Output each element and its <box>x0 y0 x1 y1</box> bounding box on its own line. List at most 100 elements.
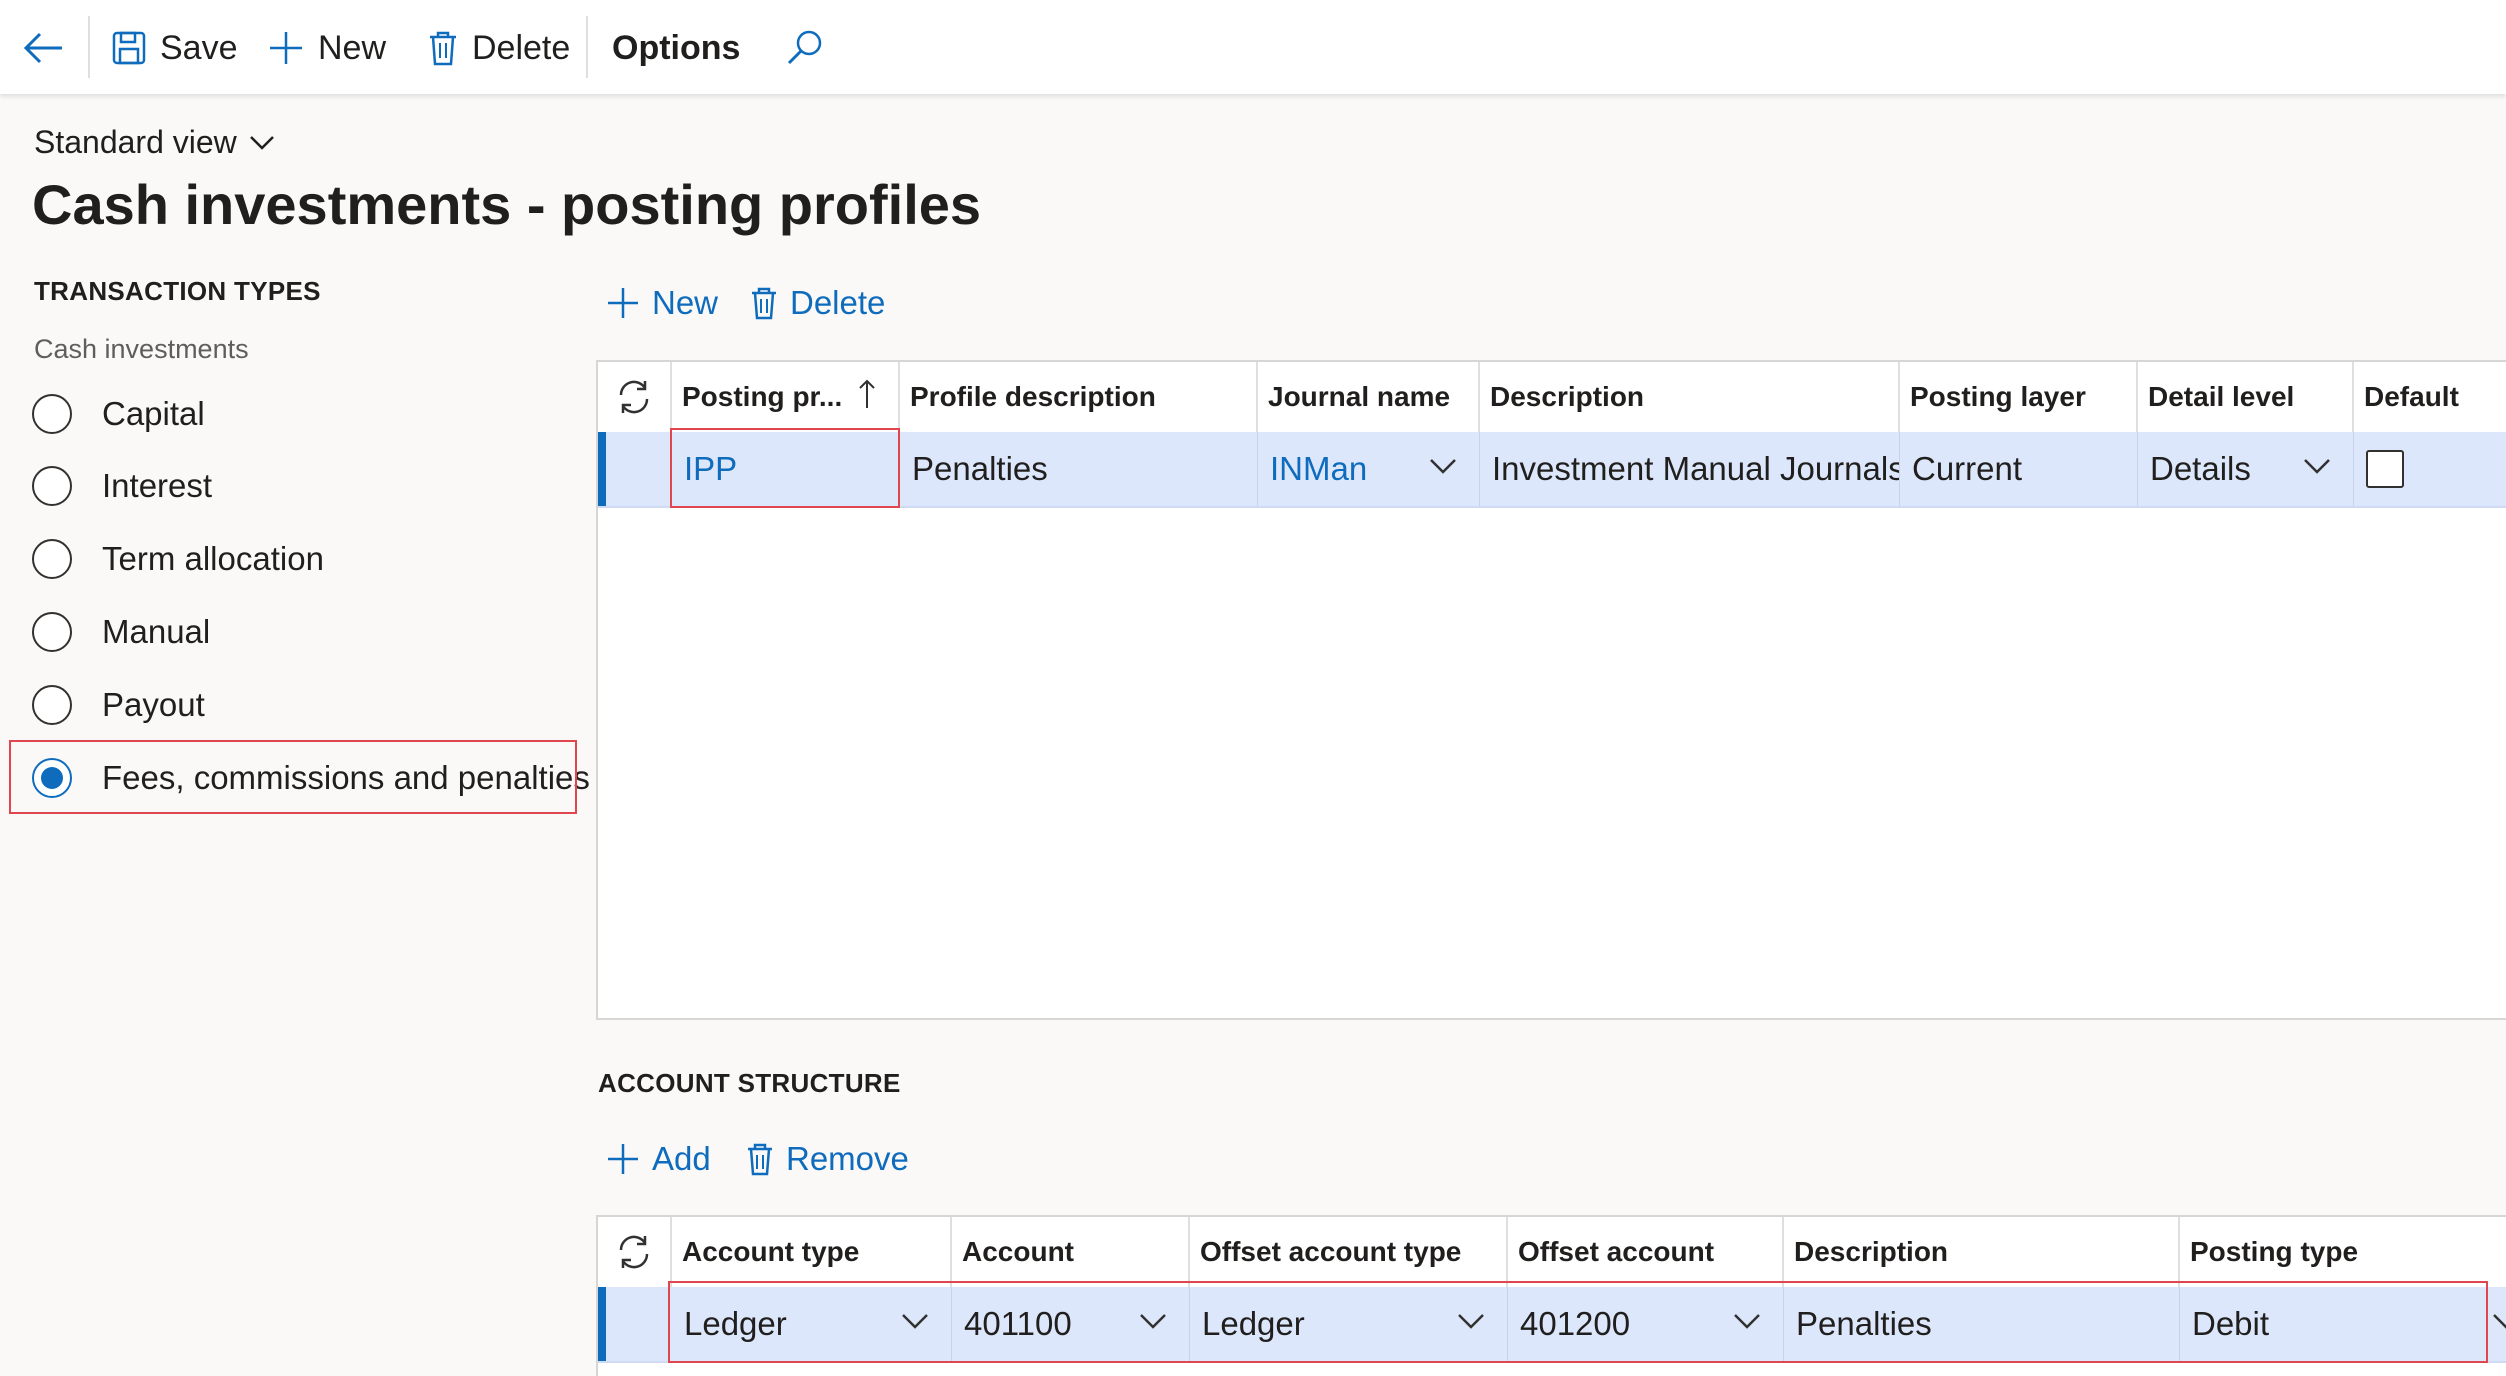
options-tab[interactable]: Options <box>612 20 740 76</box>
radio-manual[interactable]: Manual <box>32 602 572 662</box>
description-cell[interactable]: Investment Manual Journals <box>1480 432 1900 506</box>
column-header-default[interactable]: Default <box>2354 362 2506 432</box>
account-type-dropdown[interactable]: Ledger <box>672 1287 952 1361</box>
chevron-down-icon <box>249 135 274 150</box>
grid-header: Account type Account Offset account type… <box>598 1217 2506 1289</box>
table-row[interactable]: Ledger 401100 Ledger 401200 Penalties De… <box>598 1287 2506 1363</box>
column-header-posting-layer[interactable]: Posting layer <box>1900 362 2138 432</box>
selected-row-indicator <box>598 1287 606 1361</box>
grid-delete-button[interactable]: Delete <box>750 284 885 322</box>
selected-row-indicator <box>598 432 606 506</box>
trash-icon <box>748 1143 772 1176</box>
radio-label: Capital <box>102 395 205 432</box>
column-header-account-type[interactable]: Account type <box>672 1217 952 1287</box>
radio-button[interactable] <box>32 612 72 652</box>
radio-group-label: Cash investments <box>34 334 249 364</box>
column-header-description[interactable]: Description <box>1480 362 1900 432</box>
radio-button[interactable] <box>32 394 72 434</box>
grid-delete-label: Delete <box>790 284 886 321</box>
posting-profile-cell[interactable]: IPP <box>672 432 900 506</box>
grid-new-button[interactable]: New <box>606 284 718 322</box>
posting-type-dropdown[interactable]: Debit <box>2180 1287 2506 1361</box>
account-structure-grid: Account type Account Offset account type… <box>596 1215 2506 1376</box>
toolbar-separator <box>586 16 588 78</box>
delete-button[interactable]: Delete <box>428 20 570 76</box>
refresh-button[interactable] <box>598 1217 672 1287</box>
plus-icon <box>608 288 638 318</box>
column-header-offset-account-type[interactable]: Offset account type <box>1190 1217 1508 1287</box>
chevron-down-icon <box>2304 459 2330 474</box>
page-title: Cash investments - posting profiles <box>32 173 982 236</box>
add-button[interactable]: Add <box>606 1140 711 1178</box>
radio-button-selected[interactable] <box>32 758 72 798</box>
trash-icon <box>752 287 776 320</box>
save-button[interactable]: Save <box>112 20 238 76</box>
radio-capital[interactable]: Capital <box>32 384 572 444</box>
plus-icon <box>270 32 302 64</box>
column-header-posting-type[interactable]: Posting type <box>2180 1217 2506 1287</box>
grid-header: Posting pr... Profile description Journa… <box>598 362 2506 434</box>
remove-label: Remove <box>786 1140 909 1177</box>
transaction-types-heading: TRANSACTION TYPES <box>34 276 321 306</box>
journal-name-dropdown[interactable]: INMan <box>1258 432 1480 506</box>
radio-label: Fees, commissions and penalties <box>102 759 590 796</box>
chevron-down-icon <box>1734 1314 1760 1329</box>
save-icon <box>112 31 146 65</box>
default-checkbox[interactable] <box>2366 450 2404 488</box>
chevron-down-icon <box>2493 1314 2506 1329</box>
column-header-description[interactable]: Description <box>1784 1217 2180 1287</box>
profile-description-cell[interactable]: Penalties <box>900 432 1258 506</box>
column-header-detail-level[interactable]: Detail level <box>2138 362 2354 432</box>
radio-button[interactable] <box>32 466 72 506</box>
column-header-journal-name[interactable]: Journal name <box>1258 362 1480 432</box>
radio-label: Payout <box>102 686 205 723</box>
chevron-down-icon <box>1458 1314 1484 1329</box>
options-label: Options <box>612 28 741 67</box>
account-structure-heading: ACCOUNT STRUCTURE <box>598 1068 901 1098</box>
offset-account-type-dropdown[interactable]: Ledger <box>1190 1287 1508 1361</box>
plus-icon <box>608 1144 638 1174</box>
search-button[interactable] <box>786 20 838 76</box>
refresh-icon <box>619 380 649 414</box>
column-header-posting-profile[interactable]: Posting pr... <box>672 362 900 432</box>
radio-button[interactable] <box>32 685 72 725</box>
description-cell[interactable]: Penalties <box>1784 1287 2180 1361</box>
back-arrow-icon <box>23 32 62 64</box>
table-row[interactable]: IPP Penalties INMan Investment Manual Jo… <box>598 432 2506 508</box>
view-label: Standard view <box>34 124 237 160</box>
radio-label: Interest <box>102 467 213 504</box>
offset-account-dropdown[interactable]: 401200 <box>1508 1287 1784 1361</box>
posting-profiles-grid: Posting pr... Profile description Journa… <box>596 360 2506 1020</box>
remove-button[interactable]: Remove <box>746 1140 909 1178</box>
back-button[interactable] <box>22 20 78 76</box>
detail-level-dropdown[interactable]: Details <box>2138 432 2354 506</box>
radio-button[interactable] <box>32 539 72 579</box>
new-button[interactable]: New <box>268 20 386 76</box>
refresh-button[interactable] <box>598 362 672 432</box>
add-label: Add <box>652 1140 711 1177</box>
chevron-down-icon <box>1140 1314 1166 1329</box>
delete-label: Delete <box>472 28 571 67</box>
radio-fees-commissions-penalties[interactable]: Fees, commissions and penalties <box>32 748 590 808</box>
radio-interest[interactable]: Interest <box>32 456 572 516</box>
column-header-offset-account[interactable]: Offset account <box>1508 1217 1784 1287</box>
radio-label: Manual <box>102 613 211 650</box>
radio-term-allocation[interactable]: Term allocation <box>32 529 572 589</box>
refresh-icon <box>619 1235 649 1269</box>
chevron-down-icon <box>1430 459 1456 474</box>
grid-new-label: New <box>652 284 719 321</box>
account-dropdown[interactable]: 401100 <box>952 1287 1190 1361</box>
sort-up-arrow-icon <box>859 379 875 408</box>
view-selector[interactable]: Standard view <box>34 124 275 161</box>
radio-selected-dot <box>41 767 63 789</box>
radio-label: Term allocation <box>102 540 324 577</box>
chevron-down-icon <box>902 1314 928 1329</box>
posting-layer-cell[interactable]: Current <box>1900 432 2138 506</box>
toolbar-separator <box>88 16 90 78</box>
radio-payout[interactable]: Payout <box>32 675 572 735</box>
trash-icon <box>430 31 456 66</box>
search-icon <box>787 30 822 65</box>
column-header-profile-description[interactable]: Profile description <box>900 362 1258 432</box>
default-cell <box>2354 432 2506 506</box>
column-header-account[interactable]: Account <box>952 1217 1190 1287</box>
